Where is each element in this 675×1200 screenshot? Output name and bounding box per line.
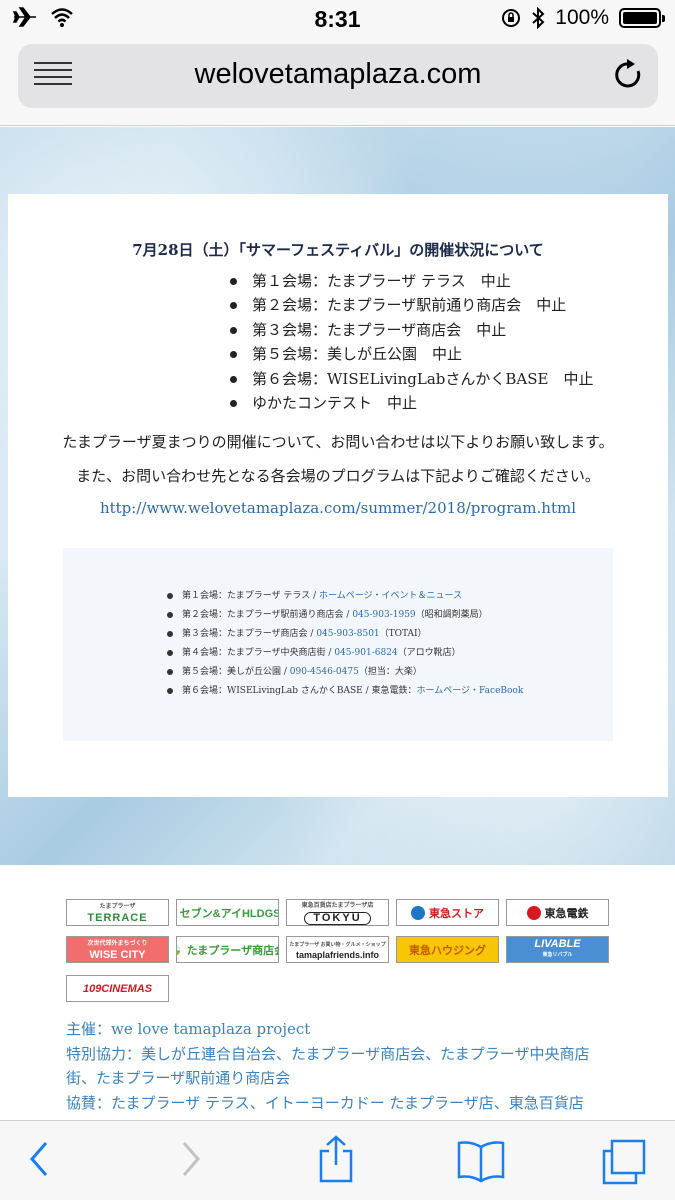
livable-logo[interactable]: LIVABLE 東急リバブル [506,936,609,963]
contact-item: 第２会場：たまプラーザ駅前通り商店会 / 045-903-1959（昭和調剤薬局… [167,606,523,625]
tamaplafriends-logo[interactable]: たまプラーザ お買い物・グルメ・ショップ tamaplafriends.info [286,936,389,963]
battery-percent: 100% [555,6,609,29]
list-item: 第２会場：たまプラーザ駅前通り商店会 中止 [226,293,593,317]
program-message: また、お問い合わせ先となる各会場のプログラムは下記よりご確認ください。 [76,467,600,485]
tokyu-railway-logo[interactable]: 東急電鉄 [506,899,609,926]
status-bar: 8:31 100% [0,0,675,38]
contacts-box: 第１会場：たまプラーザ テラス / ホームページ・イベント＆ニュース 第２会場：… [63,548,613,741]
contact-item: 第４会場：たまプラーザ中央商店街 / 045-901-6824（アロウ靴店） [167,644,523,663]
special-cooperation-line: 特別協力：美しが丘連合自治会、たまプラーザ商店会、たまプラーザ中央商店 [66,1044,590,1063]
tamaplaza-shopping-logo[interactable]: 🍃たまプラーザ商店会 [176,936,279,963]
venue-status-list: 第１会場：たまプラーザ テラス 中止 第２会場：たまプラーザ駅前通り商店会 中止… [226,269,593,415]
tokyu-store-logo[interactable]: 東急ストア [396,899,499,926]
organizer-line: 主催：we love tamaplaza project [66,1020,311,1038]
terrace-logo[interactable]: たまプラーザ TERRACE [66,899,169,926]
bookmarks-icon[interactable] [456,1139,506,1183]
url-text[interactable]: welovetamaplaza.com [18,58,658,91]
list-item: 第６会場：WISELivingLabさんかくBASE 中止 [226,367,593,391]
list-item: 第５会場：美しが丘公園 中止 [226,342,593,366]
reload-icon[interactable] [614,58,644,92]
contact-item: 第１会場：たまプラーザ テラス / ホームページ・イベント＆ニュース [167,587,523,606]
contact-link[interactable]: ホームページ・イベント＆ニュース [319,591,462,601]
browser-toolbar: welovetamaplaza.com [0,38,675,126]
tokyu-housing-logo[interactable]: 東急ハウジング [396,936,499,963]
notice-title: 7月28日（土）「サマーフェスティバル」の開催状況について [132,241,544,259]
program-link[interactable]: http://www.welovetamaplaza.com/summer/20… [8,499,668,517]
notice-card: 7月28日（土）「サマーフェスティバル」の開催状況について 第１会場：たまプラー… [8,194,668,797]
safari-bottom-toolbar [0,1120,675,1200]
orientation-lock-icon [502,9,521,27]
forward-icon[interactable] [178,1139,204,1179]
sponsors-line: 協賛：たまプラーザ テラス、イトーヨーカドー たまプラーザ店、東急百貨店 [66,1093,584,1112]
list-item: ゆかたコンテスト 中止 [226,391,593,415]
inquiry-message: たまプラーザ夏まつりの開催について、お問い合わせは以下よりお願い致します。 [62,433,614,451]
battery-icon [619,8,665,28]
contact-link[interactable]: ホームページ・FaceBook [416,686,523,696]
seven-i-logo[interactable]: 7セブン&アイHLDGS. [176,899,279,926]
contact-link[interactable]: 045-901-6824 [334,648,397,658]
wise-city-logo[interactable]: 次世代郊外まちづくり WISE CITY [66,936,169,963]
tokyu-dept-logo[interactable]: 東急百貨店たまプラーザ店 TOKYU [286,899,389,926]
tabs-icon[interactable] [600,1139,648,1185]
bluetooth-icon [532,7,545,29]
share-icon[interactable] [316,1135,356,1183]
contact-link[interactable]: 090-4546-0475 [290,667,359,677]
contact-item: 第５会場：美しが丘公園 / 090-4546-0475（担当：大楽） [167,663,523,682]
special-cooperation-line-cont: 街、たまプラーザ駅前通り商店会 [66,1069,291,1087]
web-content[interactable]: 7月28日（土）「サマーフェスティバル」の開催状況について 第１会場：たまプラー… [0,127,675,1120]
109-cinemas-logo[interactable]: 109CINEMAS [66,975,169,1002]
address-bar[interactable]: welovetamaplaza.com [18,44,658,108]
contact-link[interactable]: 045-903-8501 [316,629,379,639]
list-item: 第３会場：たまプラーザ商店会 中止 [226,318,593,342]
contact-item: 第３会場：たまプラーザ商店会 / 045-903-8501（TOTAI） [167,625,523,644]
contacts-list: 第１会場：たまプラーザ テラス / ホームページ・イベント＆ニュース 第２会場：… [167,587,523,701]
list-item: 第１会場：たまプラーザ テラス 中止 [226,269,593,293]
watercolor-background: 7月28日（土）「サマーフェスティバル」の開催状況について 第１会場：たまプラー… [0,127,675,865]
event-credits: 主催：we love tamaplaza project 特別協力：美しが丘連合… [66,1017,636,1115]
back-icon[interactable] [26,1139,52,1179]
contact-item: 第６会場：WISELivingLab さんかくBASE / 東急電鉄：ホームペー… [167,682,523,701]
contact-link[interactable]: 045-903-1959 [352,610,415,620]
